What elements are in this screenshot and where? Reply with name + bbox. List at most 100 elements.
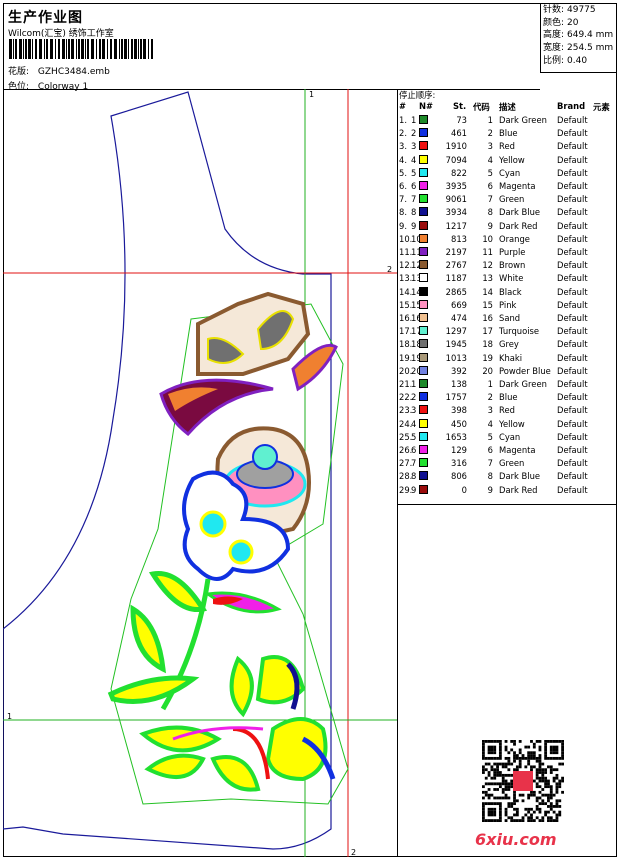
- row-stitches: 474: [451, 313, 467, 323]
- row-stitches: 806: [451, 471, 467, 482]
- blue-flower-center-1: [199, 510, 227, 538]
- color-swatch: [419, 379, 428, 388]
- row-description: Dark Red: [499, 484, 538, 495]
- row-description: Yellow: [499, 418, 525, 429]
- color-swatch: [419, 207, 428, 217]
- row-needle: 7: [411, 458, 417, 469]
- row-needle: 5: [411, 431, 417, 442]
- color-swatch: [419, 233, 428, 243]
- row-index: 7.: [399, 194, 407, 205]
- row-description: Dark Red: [499, 220, 538, 231]
- row-description: Dark Green: [499, 379, 547, 389]
- col-description: 描述: [499, 102, 516, 112]
- row-brand: Default: [557, 233, 588, 244]
- row-brand: Default: [557, 115, 588, 125]
- row-brand: Default: [557, 260, 588, 271]
- color-swatch: [419, 247, 428, 256]
- row-brand: Default: [557, 299, 588, 310]
- row-stitches: 1013: [445, 352, 467, 363]
- row-code: 3: [487, 405, 493, 416]
- row-brand: Default: [557, 405, 588, 416]
- color-swatch: [419, 286, 428, 296]
- legend-header: # N# St. 代码 描述 Brand 元素: [397, 101, 617, 113]
- legend-row: 14. 14 2865 14 Black Default: [397, 286, 617, 300]
- row-code: 2: [487, 128, 493, 139]
- row-code: 6: [487, 181, 493, 191]
- barcode-image: [9, 39, 153, 59]
- color-sequence-table: 停止顺序: # N# St. 代码 描述 Brand 元素 1. 1 73 1 Dark…: [397, 89, 617, 505]
- legend-row: 7. 7 9061 7 Green Default: [397, 194, 617, 207]
- row-needle: 3: [411, 405, 417, 416]
- color-swatch: [419, 299, 428, 309]
- row-code: 18: [482, 339, 493, 350]
- row-stitches: 73: [456, 115, 467, 125]
- center-flower-eye: [252, 444, 278, 470]
- color-swatch: [419, 405, 428, 415]
- green-leaf-3: [107, 675, 200, 704]
- color-swatch: [419, 194, 428, 204]
- row-stitches: 450: [451, 418, 467, 429]
- row-brand: Default: [557, 207, 588, 218]
- design-preview: 1 2 1 2: [3, 89, 398, 857]
- color-swatch: [419, 471, 428, 481]
- col-element: 元素: [593, 102, 610, 112]
- green-leaf-4: [229, 655, 254, 718]
- row-description: Green: [499, 458, 525, 469]
- row-code: 20: [482, 365, 493, 376]
- row-needle: 8: [411, 471, 417, 482]
- lower-leaf-3: [210, 755, 261, 792]
- row-brand: Default: [557, 273, 588, 284]
- row-stitches: 822: [451, 167, 467, 178]
- row-index: 2.: [399, 128, 407, 139]
- legend-row: 25. 5 1653 5 Cyan Default: [397, 431, 617, 445]
- legend-row: 11. 11 2197 11 Purple Default: [397, 247, 617, 260]
- qr-code-image: [482, 740, 564, 822]
- row-stitches: 2197: [445, 247, 467, 257]
- row-brand: Default: [557, 154, 588, 165]
- legend-row: 5. 5 822 5 Cyan Default: [397, 167, 617, 181]
- row-description: Green: [499, 194, 525, 205]
- row-needle: 2: [411, 128, 417, 139]
- green-leaf-1: [148, 570, 208, 613]
- row-description: Pink: [499, 299, 517, 310]
- row-brand: Default: [557, 471, 588, 482]
- row-description: Dark Blue: [499, 471, 541, 482]
- row-description: Sand: [499, 313, 521, 323]
- row-needle: 7: [411, 194, 417, 205]
- row-index: 9.: [399, 220, 407, 231]
- row-index: 1.: [399, 115, 407, 125]
- color-swatch: [419, 326, 428, 336]
- row-code: 8: [487, 207, 493, 218]
- row-description: Black: [499, 286, 522, 297]
- row-stitches: 1945: [445, 339, 467, 350]
- marker-h1: 1: [7, 712, 12, 721]
- legend-row: 21. 1 138 1 Dark Green Default: [397, 379, 617, 392]
- col-brand: Brand: [557, 101, 586, 111]
- lower-leaf-2: [144, 753, 206, 779]
- legend-row: 27. 7 316 7 Green Default: [397, 458, 617, 471]
- row-code: 5: [487, 431, 493, 442]
- row-code: 9: [487, 484, 493, 495]
- color-swatch: [419, 458, 428, 468]
- col-stitches: St.: [453, 101, 467, 111]
- color-swatch: [419, 128, 428, 138]
- row-needle: 6: [411, 181, 417, 191]
- row-needle: 4: [411, 154, 417, 165]
- stat-scale: 比例: 0.40: [543, 55, 588, 66]
- row-needle: 2: [411, 392, 417, 403]
- color-swatch: [419, 154, 428, 164]
- row-stitches: 1297: [445, 326, 467, 337]
- file-value: GZHC3484.emb: [37, 67, 110, 77]
- stat-stitches: 针数: 49775: [543, 5, 596, 15]
- row-stitches: 138: [451, 379, 467, 389]
- row-index: 8.: [399, 207, 407, 218]
- row-code: 17: [482, 326, 493, 337]
- marker-v2: 2: [351, 848, 356, 857]
- row-code: 6: [487, 445, 493, 455]
- legend-row: 15. 15 669 15 Pink Default: [397, 299, 617, 313]
- legend-row: 6. 6 3935 6 Magenta Default: [397, 181, 617, 194]
- row-code: 5: [487, 167, 493, 178]
- row-stitches: 392: [451, 365, 467, 376]
- row-brand: Default: [557, 220, 588, 231]
- row-stitches: 1653: [445, 431, 467, 442]
